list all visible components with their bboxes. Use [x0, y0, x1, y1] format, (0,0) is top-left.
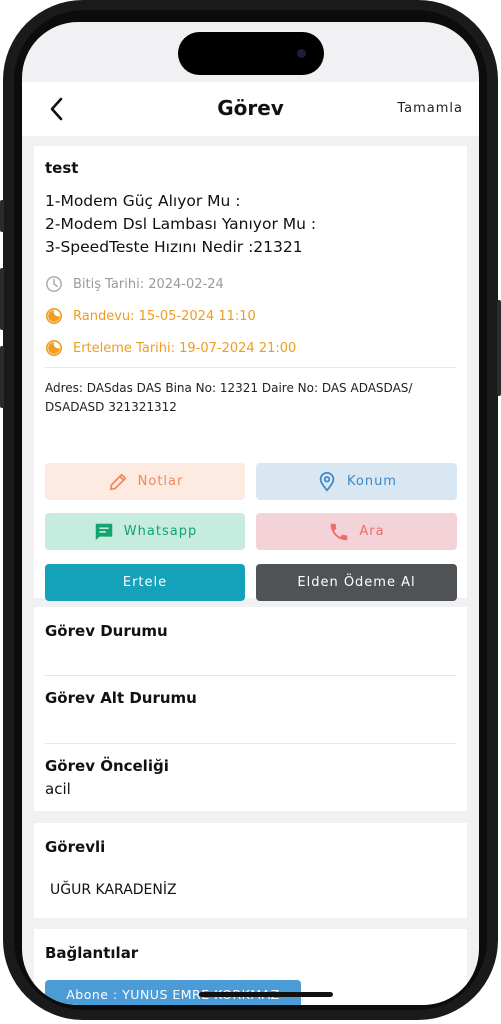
- status-label: Görev Durumu: [45, 622, 168, 640]
- cash-payment-label: Elden Ödeme Al: [297, 575, 416, 590]
- message-icon: [95, 523, 113, 540]
- half-moon-icon: [45, 307, 63, 325]
- divider: [45, 675, 456, 676]
- app-screen: Görev Tamamla test 1-Modem Güç Alıyor Mu…: [22, 22, 479, 1005]
- navigation-bar: Görev Tamamla: [22, 82, 479, 136]
- priority-label: Görev Önceliği: [45, 757, 169, 775]
- description-line: 1-Modem Güç Alıyor Mu :: [45, 192, 241, 210]
- divider: [45, 743, 456, 744]
- postpone-date-row: Erteleme Tarihi: 19-07-2024 21:00: [45, 338, 296, 358]
- sub-status-label: Görev Alt Durumu: [45, 689, 197, 707]
- notes-button[interactable]: Notlar: [45, 463, 245, 500]
- call-button[interactable]: Ara: [256, 513, 457, 550]
- task-status-card: Görev Durumu Görev Alt Durumu Görev Önce…: [34, 607, 467, 811]
- end-date-row: Bitiş Tarihi: 2024-02-24: [45, 274, 224, 294]
- home-indicator: [199, 992, 333, 997]
- whatsapp-button[interactable]: Whatsapp: [45, 513, 245, 550]
- cash-payment-button[interactable]: Elden Ödeme Al: [256, 564, 457, 601]
- postpone-date-text: Erteleme Tarihi: 19-07-2024 21:00: [73, 340, 297, 356]
- pencil-icon: [109, 473, 126, 490]
- task-description: 1-Modem Güç Alıyor Mu : 2-Modem Dsl Lamb…: [45, 190, 316, 259]
- phone-icon: [331, 523, 348, 540]
- description-line: 3-SpeedTeste Hızını Nedir :21321: [45, 238, 303, 256]
- whatsapp-label: Whatsapp: [123, 524, 198, 539]
- postpone-button[interactable]: Ertele: [45, 564, 245, 601]
- call-label: Ara: [359, 524, 385, 539]
- assignee-label: Görevli: [45, 838, 106, 856]
- priority-value[interactable]: acil: [45, 780, 71, 798]
- mute-switch: [0, 200, 4, 232]
- location-label: Konum: [347, 474, 397, 489]
- complete-button[interactable]: Tamamla: [397, 101, 463, 116]
- postpone-label: Ertele: [122, 575, 168, 590]
- description-line: 2-Modem Dsl Lambası Yanıyor Mu :: [45, 215, 317, 233]
- volume-down-button: [0, 346, 4, 408]
- task-title: test: [45, 159, 79, 177]
- appointment-text: Randevu: 15-05-2024 11:10: [73, 308, 256, 324]
- dynamic-island: [178, 32, 324, 75]
- half-moon-icon: [45, 339, 63, 357]
- divider: [45, 367, 456, 368]
- camera-icon: [297, 49, 306, 58]
- location-button[interactable]: Konum: [256, 463, 457, 500]
- task-details-card: test 1-Modem Güç Alıyor Mu : 2-Modem Dsl…: [34, 146, 467, 601]
- end-date-text: Bitiş Tarihi: 2024-02-24: [73, 276, 224, 292]
- power-button: [497, 300, 501, 396]
- volume-up-button: [0, 268, 4, 330]
- address-text: Adres: DASdas DAS Bina No: 12321 Daire N…: [45, 381, 413, 414]
- connections-label: Bağlantılar: [45, 944, 139, 962]
- appointment-row: Randevu: 15-05-2024 11:10: [45, 306, 256, 326]
- assignee-card: Görevli UĞUR KARADENİZ: [34, 823, 467, 918]
- clock-icon: [46, 276, 62, 292]
- notes-label: Notlar: [137, 474, 184, 489]
- location-pin-icon: [319, 471, 335, 492]
- assignee-name: UĞUR KARADENİZ: [50, 882, 177, 898]
